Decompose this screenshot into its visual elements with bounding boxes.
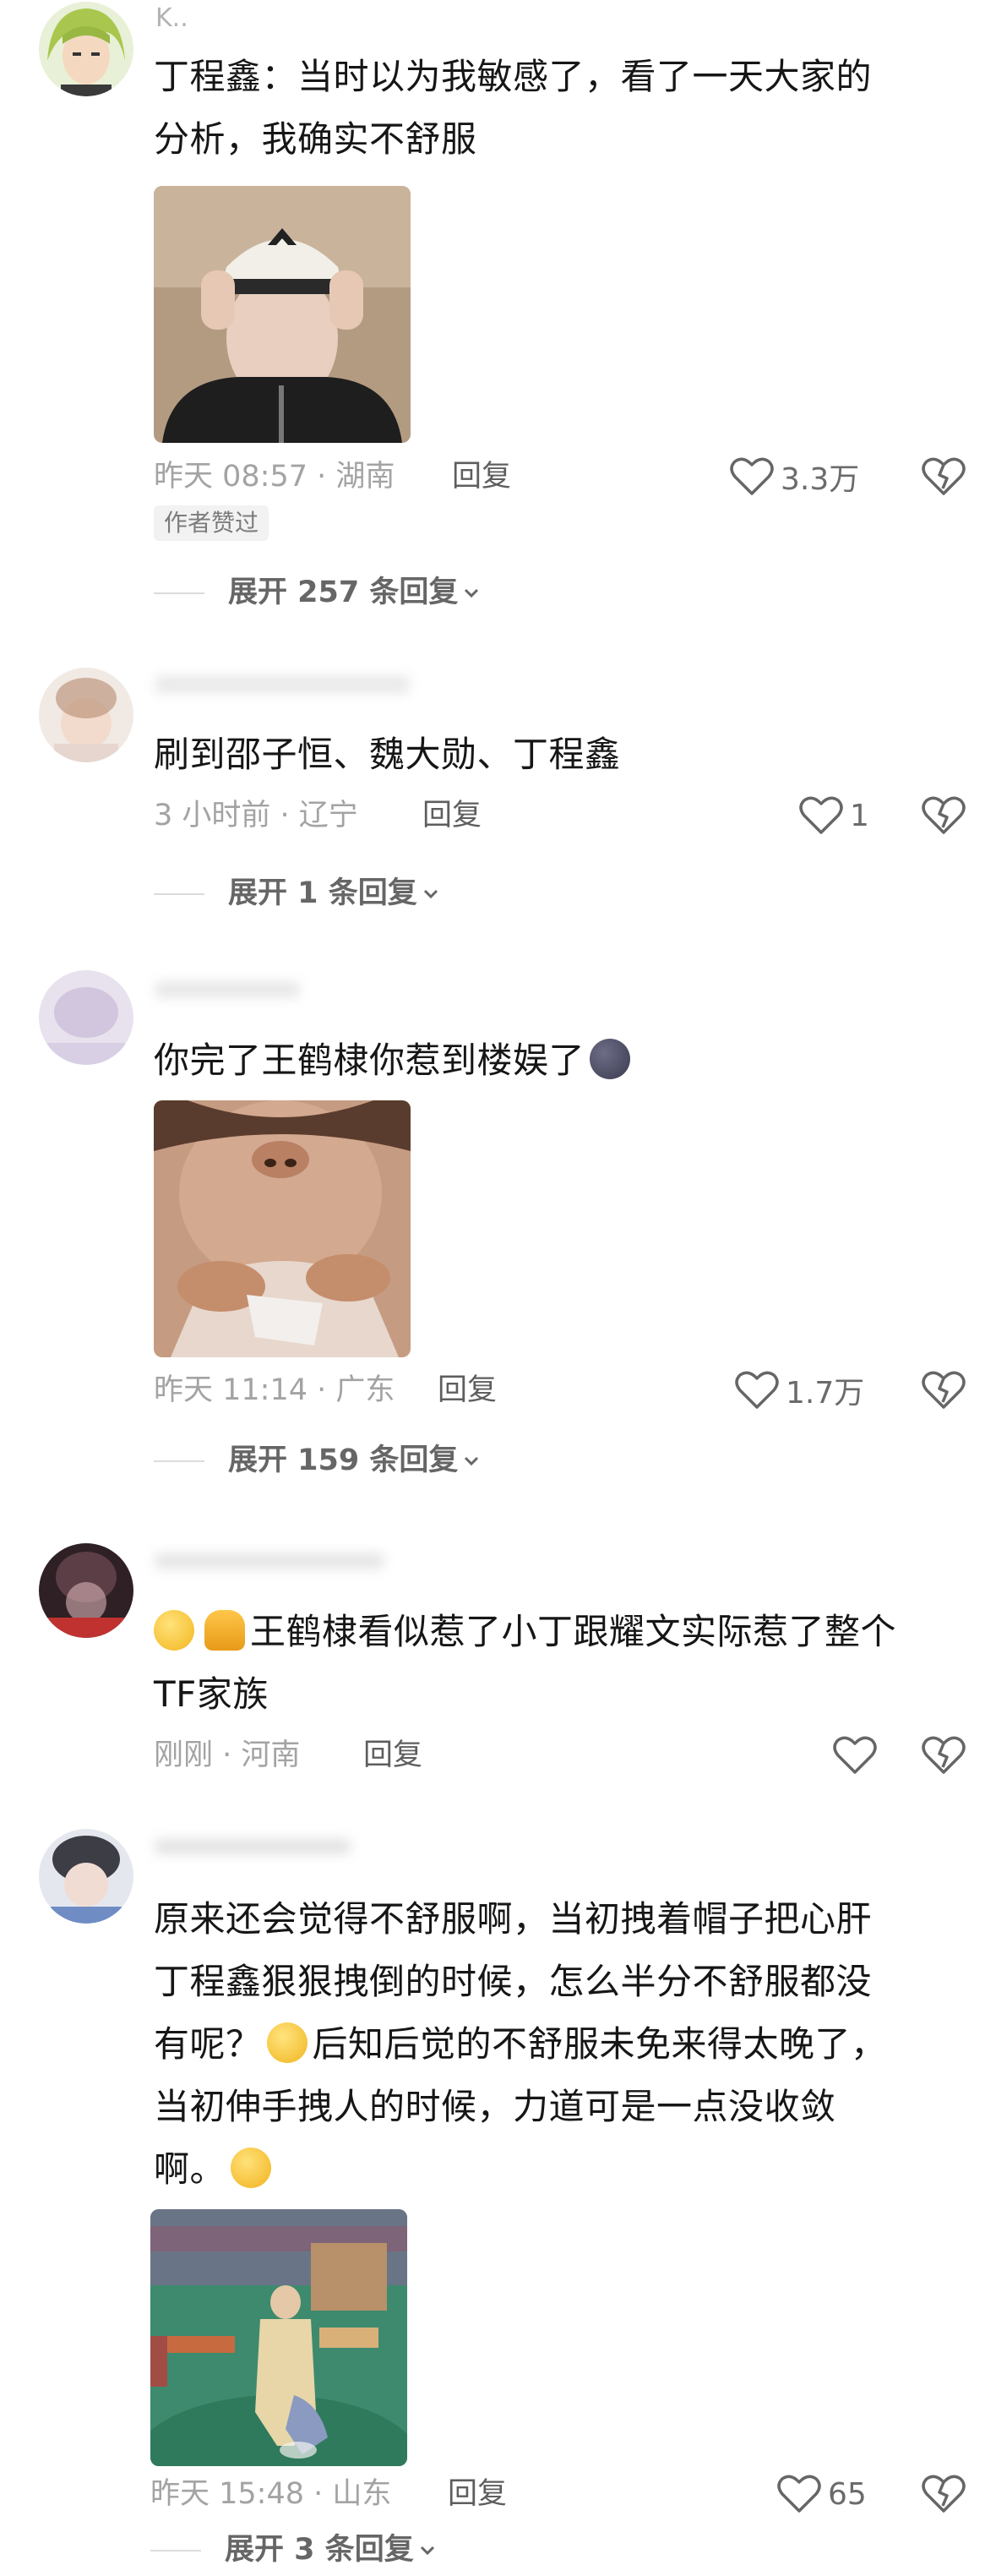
- avatar[interactable]: [39, 1829, 133, 1924]
- heart-outline-icon: [799, 796, 843, 834]
- praying-hands-emoji-icon: [204, 1610, 245, 1651]
- like-count: 1.7万: [786, 1376, 865, 1411]
- divider-dash: [150, 2550, 201, 2551]
- username[interactable]: [155, 676, 409, 693]
- broken-heart-icon[interactable]: [921, 2470, 966, 2516]
- comment-meta: 昨天 15:48 · 山东: [150, 2477, 392, 2511]
- dark-moon-emoji-icon: [590, 1039, 631, 1079]
- like-button[interactable]: 3.3万: [730, 453, 859, 500]
- smiling-emoji-icon: [154, 1610, 194, 1651]
- username[interactable]: [155, 982, 299, 997]
- avatar[interactable]: [39, 668, 133, 762]
- divider-dash: [154, 592, 204, 594]
- reply-button[interactable]: 回复: [448, 2473, 507, 2515]
- chevron-down-icon: [465, 588, 479, 598]
- like-button[interactable]: 1: [799, 792, 869, 839]
- expand-replies-button[interactable]: 展开 159 条回复: [154, 1439, 482, 1482]
- avatar[interactable]: [39, 970, 133, 1065]
- comment-text: 王鹤棣看似惹了小丁跟耀文实际惹了整个 TF家族: [154, 1610, 897, 1715]
- avatar[interactable]: [39, 2, 133, 96]
- comment-meta: 刚刚 · 河南: [154, 1738, 301, 1772]
- username[interactable]: K..: [155, 2, 188, 35]
- reply-button[interactable]: 回复: [422, 794, 482, 837]
- like-count: 3.3万: [781, 462, 860, 497]
- comment-text: 你完了王鹤棣你惹到楼娱了: [154, 1029, 977, 1092]
- heart-outline-icon: [833, 1736, 877, 1774]
- like-count: 1: [850, 798, 869, 833]
- comment-text: 原来还会觉得不舒服啊，当初拽着帽子把心肝 丁程鑫狠狠拽倒的时候，怎么半分不舒服都…: [154, 1898, 887, 2190]
- divider-dash: [154, 1460, 204, 1462]
- chevron-down-icon: [423, 889, 438, 899]
- heart-outline-icon: [777, 2475, 821, 2513]
- reply-button[interactable]: 回复: [438, 1369, 497, 1411]
- reply-button[interactable]: 回复: [363, 1734, 422, 1776]
- broken-heart-icon[interactable]: [921, 792, 966, 838]
- heart-outline-icon: [730, 457, 774, 495]
- username[interactable]: [155, 1553, 384, 1569]
- author-liked-badge: 作者赞过: [154, 505, 269, 541]
- comment-text: 丁程鑫：当时以为我敏感了，看了一天大家的 分析，我确实不舒服: [154, 56, 873, 160]
- broken-heart-icon[interactable]: [921, 1367, 966, 1412]
- expand-replies-button[interactable]: 展开 3 条回复: [150, 2529, 438, 2571]
- broken-heart-icon[interactable]: [921, 1732, 966, 1777]
- flushed-face-emoji-icon: [266, 2022, 308, 2063]
- username[interactable]: [155, 1839, 350, 1854]
- like-button[interactable]: 1.7万: [735, 1367, 864, 1414]
- broken-heart-icon[interactable]: [921, 453, 966, 499]
- chevron-down-icon: [420, 2546, 434, 2556]
- like-button[interactable]: 65: [777, 2470, 867, 2518]
- comment-meta: 昨天 11:14 · 广东: [154, 1373, 395, 1407]
- comment-image[interactable]: [154, 186, 411, 443]
- reply-button[interactable]: 回复: [452, 456, 511, 498]
- expand-replies-button[interactable]: 展开 1 条回复: [154, 872, 441, 914]
- comment-text: 刷到邵子恒、魏大勋、丁程鑫: [154, 734, 621, 775]
- like-button[interactable]: [833, 1732, 884, 1779]
- comment-image[interactable]: [150, 2209, 407, 2466]
- crying-face-emoji-icon: [231, 2148, 272, 2188]
- expand-replies-button[interactable]: 展开 257 条回复: [154, 571, 482, 614]
- avatar[interactable]: [39, 1543, 133, 1638]
- comment-image[interactable]: [154, 1100, 411, 1357]
- comment-meta: 3 小时前 · 辽宁: [154, 799, 358, 832]
- divider-dash: [154, 893, 204, 895]
- like-count: 65: [828, 2476, 867, 2512]
- comment-meta: 昨天 08:57 · 湖南: [154, 460, 395, 494]
- heart-outline-icon: [735, 1371, 779, 1409]
- chevron-down-icon: [465, 1456, 479, 1466]
